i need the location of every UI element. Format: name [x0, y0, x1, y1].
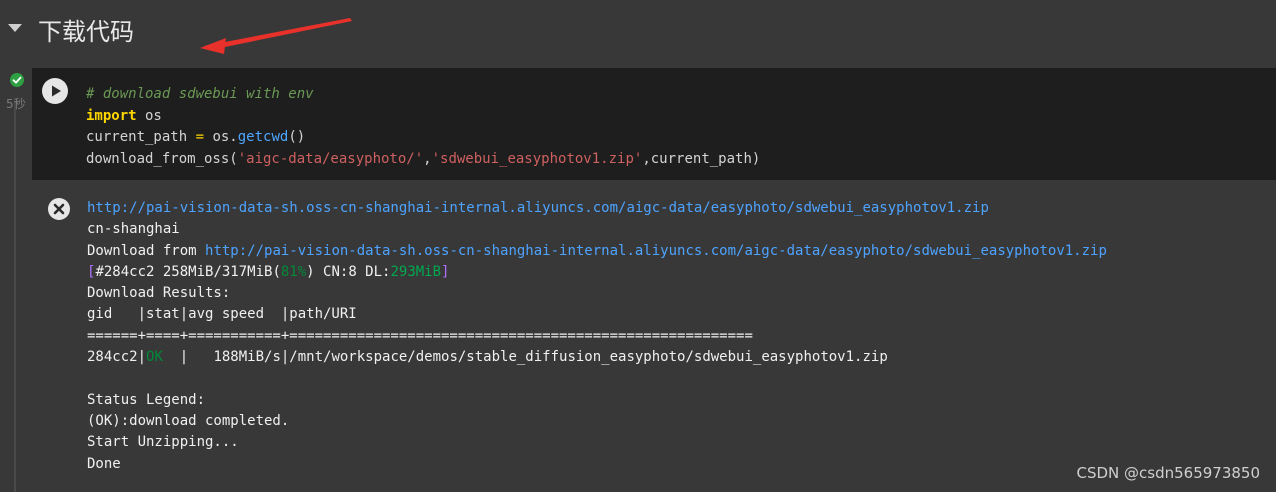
code-text: os [136, 107, 162, 124]
results-row-status: OK [146, 349, 163, 366]
output-text: http://pai-vision-data-sh.oss-cn-shangha… [87, 198, 1107, 475]
run-cell-button[interactable] [42, 78, 68, 104]
code-object: os. [212, 129, 238, 145]
cell-gutter: 5秒 [0, 62, 32, 492]
output-url-link[interactable]: http://pai-vision-data-sh.oss-cn-shangha… [87, 200, 989, 216]
code-string: 'aigc-data/easyphoto/' [237, 150, 424, 167]
progress-text: #284cc2 258MiB/317MiB( [95, 263, 281, 280]
section-header: 下载代码 [0, 0, 1276, 62]
results-row-details: | 188MiB/s|/mnt/workspace/demos/stable_d… [162, 349, 888, 366]
progress-bracket: ] [441, 263, 450, 280]
code-string: 'sdwebui_easyphotov1.zip' [431, 150, 643, 167]
output-line: Status Legend: [87, 391, 206, 408]
red-arrow-annotation [200, 18, 352, 54]
results-row-separator: | [137, 349, 147, 366]
code-comment: # download sdwebui with env [86, 86, 314, 102]
output-line: Download from [87, 242, 206, 259]
progress-percent: 81% [280, 263, 307, 280]
code-function-call: download_from_oss( [86, 150, 238, 167]
output-line: Done [87, 455, 121, 472]
code-editor[interactable]: # download sdwebui with env import os cu… [86, 84, 760, 170]
play-icon [52, 85, 61, 97]
results-table-header: gid |stat|avg speed |path/URI [87, 306, 357, 323]
code-comma: , [423, 150, 432, 167]
output-url-link[interactable]: http://pai-vision-data-sh.oss-cn-shangha… [205, 243, 1107, 259]
notebook-page: 下载代码 5秒 # download sdwebui with env impo… [0, 0, 1276, 492]
output-line: (OK):download completed. [87, 412, 290, 429]
code-variable: current_path [86, 129, 188, 145]
caret-down-icon[interactable] [8, 24, 22, 32]
code-cell[interactable]: # download sdwebui with env import os cu… [32, 68, 1276, 180]
results-table-separator: ======+====+===========+================… [87, 327, 753, 344]
watermark: CSDN @csdn565973850 [1076, 464, 1260, 482]
code-operator: = [187, 129, 213, 145]
output-line: Download Results: [87, 285, 231, 302]
results-row-gid: 284cc2 [87, 349, 138, 366]
section-title: 下载代码 [38, 18, 134, 46]
clear-output-button[interactable] [48, 198, 70, 220]
cell-output: http://pai-vision-data-sh.oss-cn-shangha… [32, 182, 1276, 492]
code-function: getcwd [237, 129, 289, 145]
check-circle-icon [10, 73, 24, 87]
output-line: cn-shanghai [87, 221, 180, 238]
code-paren: () [288, 129, 306, 145]
progress-download-rate: 293MiB [390, 263, 442, 280]
close-circle-icon [53, 203, 65, 215]
output-line: Start Unzipping... [87, 434, 239, 451]
code-text: ,current_path) [642, 150, 761, 167]
gutter-divider [14, 102, 16, 492]
code-keyword-import: import [86, 107, 137, 124]
progress-text: ) CN:8 DL: [306, 263, 391, 280]
